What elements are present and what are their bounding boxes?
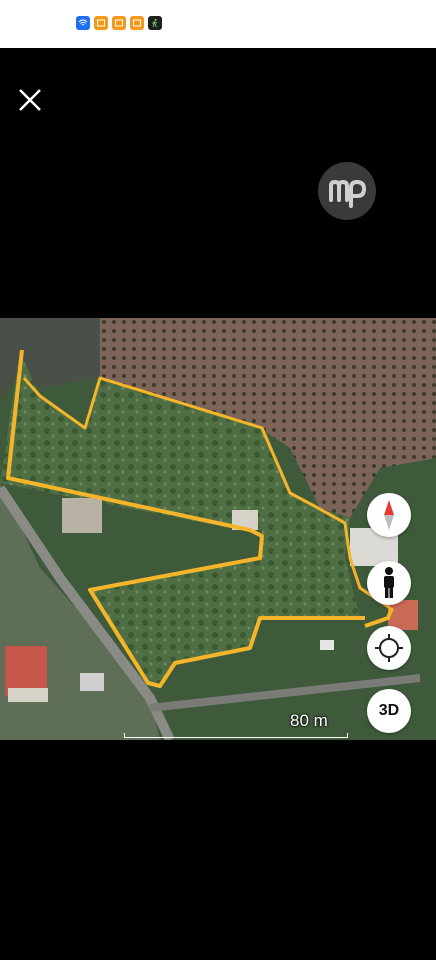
status-bar — [0, 0, 436, 48]
walking-app-icon — [148, 16, 162, 30]
map-scale-bar — [124, 733, 348, 738]
3d-mode-button[interactable]: 3D — [367, 689, 411, 733]
wifi-icon — [76, 16, 90, 30]
app-badge-icon — [130, 16, 144, 30]
map-scale-label: 80 m — [290, 711, 328, 730]
location-target-icon — [375, 634, 403, 662]
close-icon — [19, 89, 41, 111]
notification-icons — [76, 16, 162, 30]
watermark-logo — [318, 162, 376, 220]
close-button[interactable] — [16, 86, 44, 114]
compass-icon — [384, 500, 394, 530]
3d-mode-label: 3D — [378, 702, 400, 719]
street-view-button[interactable] — [367, 561, 411, 605]
my-location-button[interactable] — [367, 626, 411, 670]
app-badge-icon — [94, 16, 108, 30]
compass-button[interactable] — [367, 493, 411, 537]
app-badge-icon — [112, 16, 126, 30]
watermark-mp-icon — [329, 179, 367, 208]
person-icon — [384, 567, 394, 598]
